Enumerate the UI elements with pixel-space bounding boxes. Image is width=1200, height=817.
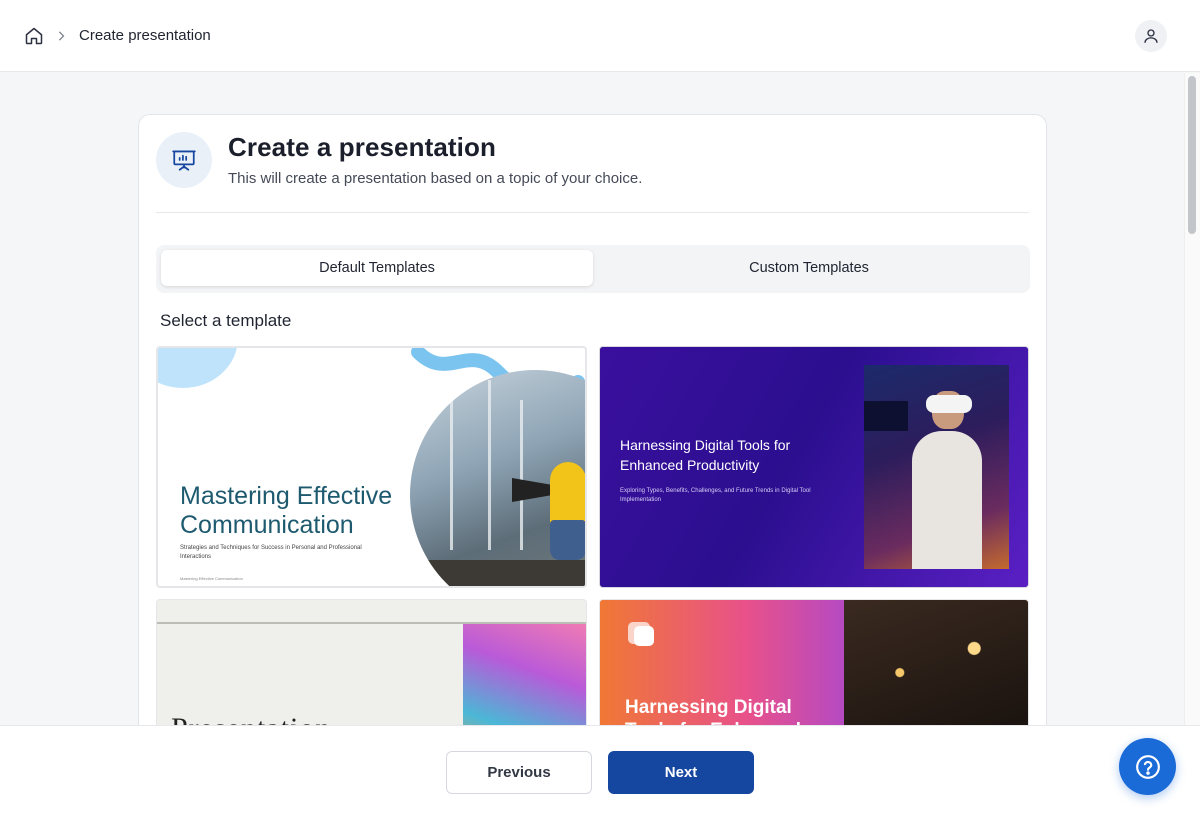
next-button[interactable]: Next	[608, 751, 754, 794]
template-title: Harnessing Digital Tools for Enhanced	[625, 697, 801, 725]
template-photo	[844, 600, 1028, 725]
mast	[488, 380, 491, 550]
user-icon[interactable]	[1135, 20, 1167, 52]
megaphone	[512, 478, 554, 502]
vr-headset	[926, 395, 972, 413]
tab-custom-templates[interactable]: Custom Templates	[593, 250, 1025, 286]
chevron-right-icon	[55, 26, 67, 46]
template-card-digital-tools-gradient[interactable]: Harnessing Digital Tools for Enhanced	[599, 599, 1029, 725]
template-subtitle: Exploring Types, Benefits, Challenges, a…	[620, 488, 811, 503]
logo-icon	[634, 626, 654, 646]
decorative-blob	[158, 348, 238, 388]
select-template-label: Select a template	[160, 311, 292, 330]
template-card-presentation[interactable]: Presentation	[156, 599, 587, 725]
template-card-digital-tools[interactable]: Harnessing Digital Tools for Enhanced Pr…	[599, 346, 1029, 588]
main-scroll-area[interactable]: Create a presentation This will create a…	[0, 73, 1200, 725]
bottom-action-bar: Previous Next	[0, 725, 1200, 817]
template-footer: Mastering Effective Communication	[180, 576, 243, 581]
card-title: Create a presentation	[228, 132, 496, 162]
template-title: Harnessing Digital Tools for Enhanced Pr…	[620, 437, 791, 473]
figure-overalls	[550, 520, 585, 560]
mast	[450, 390, 453, 550]
template-subtitle: Strategies and Techniques for Success in…	[180, 545, 362, 560]
scrollbar-thumb[interactable]	[1188, 76, 1196, 234]
template-card-communication[interactable]: Mastering Effective Communication Strate…	[156, 346, 587, 588]
template-title: Presentation	[171, 712, 331, 725]
help-icon[interactable]	[1119, 738, 1176, 795]
presentation-board-icon	[156, 132, 212, 188]
create-presentation-card: Create a presentation This will create a…	[138, 114, 1047, 725]
home-icon[interactable]	[22, 24, 46, 48]
person	[912, 431, 982, 569]
tab-default-templates[interactable]: Default Templates	[161, 250, 593, 286]
previous-button[interactable]: Previous	[446, 751, 592, 794]
template-title: Mastering Effective Communication	[180, 482, 393, 539]
template-artwork	[463, 624, 586, 725]
divider	[156, 212, 1029, 213]
ground	[410, 560, 585, 586]
template-photo	[864, 365, 1009, 569]
template-tabs: Default Templates Custom Templates	[156, 245, 1030, 293]
neon-sign	[864, 401, 908, 431]
breadcrumb-current: Create presentation	[79, 27, 211, 44]
mast	[520, 400, 523, 550]
top-bar: Create presentation	[0, 0, 1200, 72]
card-subtitle: This will create a presentation based on…	[228, 170, 643, 187]
